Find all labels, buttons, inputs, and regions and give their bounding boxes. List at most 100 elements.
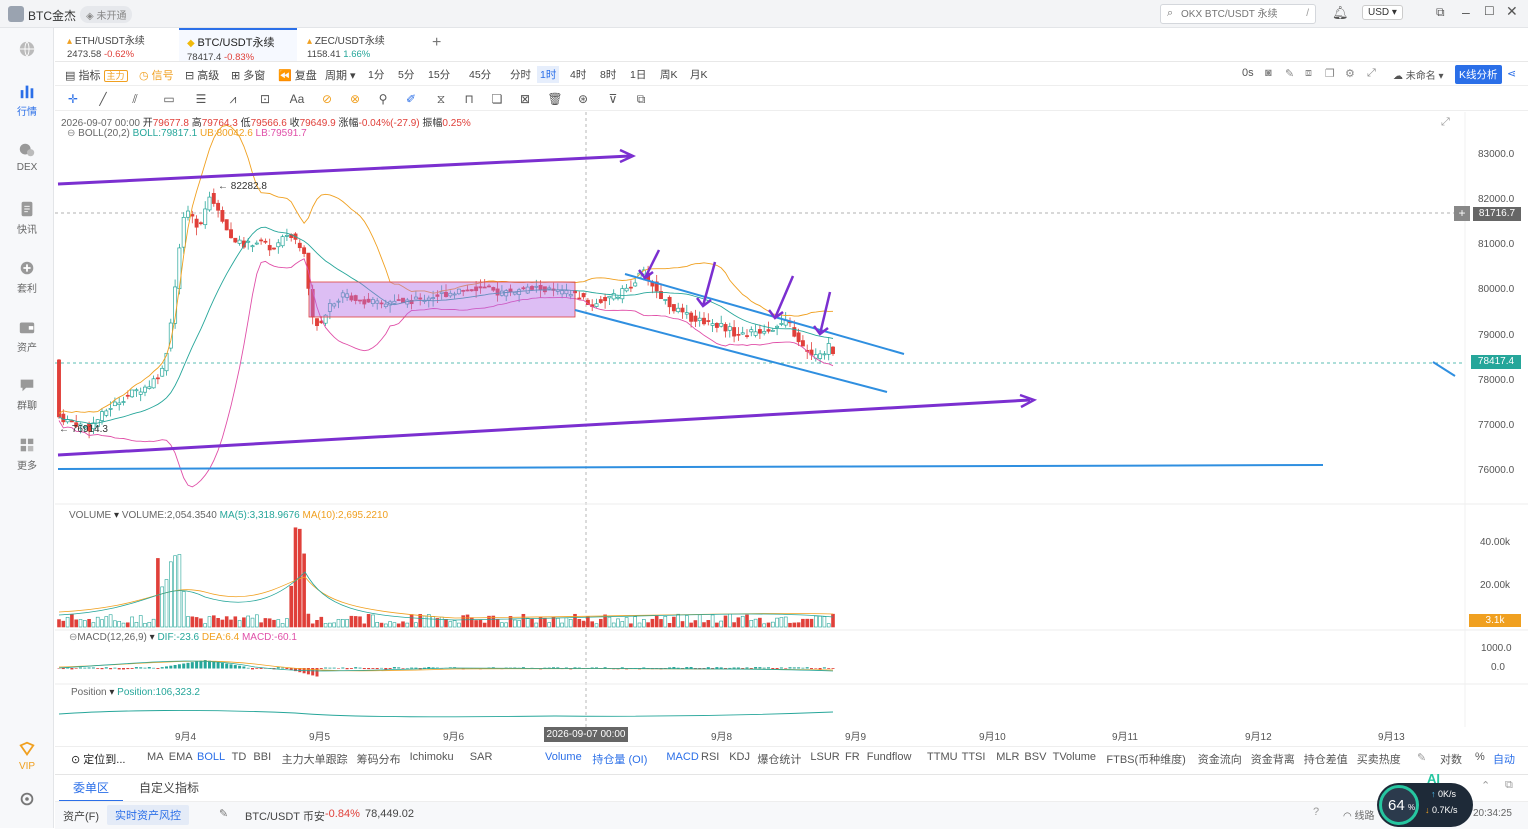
rect-tool-icon[interactable]: ▭: [161, 91, 177, 107]
rightinds-item-17[interactable]: 持仓差值: [1304, 751, 1348, 767]
kline-analysis-button[interactable]: K线分析: [1455, 65, 1502, 84]
rightinds-item-2[interactable]: MACD: [666, 751, 698, 763]
system-monitor-widget[interactable]: 64% ↑ 0K/s ↓ 0.7K/s: [1377, 783, 1473, 827]
replay-button[interactable]: ⏪ 复盘: [278, 67, 317, 83]
crosshair-tool-icon[interactable]: ✛: [65, 91, 81, 107]
interval-5[interactable]: 1时: [537, 66, 560, 83]
fullscreen-icon[interactable]: ⤢: [1367, 67, 1376, 80]
rightinds-item-12[interactable]: BSV: [1024, 751, 1046, 763]
search-input[interactable]: [1181, 7, 1291, 21]
account-badge[interactable]: ◈ 未开通: [80, 6, 133, 23]
tab-order-area[interactable]: 委单区: [59, 775, 124, 802]
layout-icon[interactable]: ⧉: [1436, 5, 1445, 20]
period-select[interactable]: 周期 ▾: [325, 67, 356, 83]
layout-name-select[interactable]: ☁ 未命名 ▾: [1393, 67, 1444, 82]
sidebar-item-globe[interactable]: [0, 40, 54, 61]
add-alert-icon[interactable]: +: [1454, 206, 1470, 221]
sidebar-item-arbitrage[interactable]: 套利: [0, 259, 54, 295]
signal-button[interactable]: ◷ 信号: [139, 67, 174, 83]
interval-4[interactable]: 分时: [507, 66, 534, 83]
interval-9[interactable]: 周K: [657, 66, 681, 83]
leftinds-item-8[interactable]: SAR: [470, 751, 493, 763]
rightinds-item-16[interactable]: 资金背离: [1251, 751, 1295, 767]
rightinds-item-10[interactable]: TTSI: [962, 751, 986, 763]
copy-icon[interactable]: ❐: [1325, 67, 1335, 80]
magnet-tool-icon[interactable]: ⊘: [319, 91, 335, 107]
leftinds-item-3[interactable]: TD: [232, 751, 247, 763]
currency-select[interactable]: USD ▾: [1362, 5, 1403, 20]
rightinds-item-0[interactable]: Volume: [545, 751, 582, 763]
ai-badge[interactable]: AI: [1427, 771, 1440, 786]
rightinds-item-6[interactable]: LSUR: [810, 751, 839, 763]
tab-eth[interactable]: ▴ ETH/USDT永续 2473.58 -0.62%: [59, 28, 177, 61]
rightinds-item-5[interactable]: 爆仓统计: [757, 751, 801, 767]
rightinds-item-9[interactable]: TTMU: [927, 751, 958, 763]
auto-scale-button[interactable]: 自动: [1493, 751, 1515, 767]
edit-icon[interactable]: ✎: [1417, 751, 1426, 764]
maximize-icon[interactable]: ☐: [1484, 4, 1495, 18]
wave-tool-icon[interactable]: ⩘: [225, 91, 241, 107]
leftinds-item-7[interactable]: Ichimoku: [410, 751, 454, 763]
clone-icon[interactable]: ❏: [489, 91, 505, 107]
camera-icon[interactable]: ◙: [1265, 67, 1272, 79]
log-scale-button[interactable]: 对数: [1440, 751, 1462, 767]
indicator-button[interactable]: ▤ 指标 主力: [65, 67, 128, 83]
rightinds-item-8[interactable]: Fundflow: [867, 751, 912, 763]
sidebar-item-dex[interactable]: DEX: [0, 141, 54, 173]
rightinds-item-4[interactable]: KDJ: [729, 751, 750, 763]
sidebar-item-chat[interactable]: 群聊: [0, 376, 54, 412]
hide-icon[interactable]: ⧉: [633, 91, 649, 107]
eye-icon[interactable]: ⧖: [433, 91, 449, 107]
line-tool-icon[interactable]: ╱: [95, 91, 111, 107]
interval-3[interactable]: 45分: [466, 66, 494, 83]
leftinds-item-6[interactable]: 筹码分布: [357, 751, 401, 767]
rightinds-item-3[interactable]: RSI: [701, 751, 719, 763]
sidebar-item-vip[interactable]: VIP: [0, 740, 54, 772]
filter-icon[interactable]: ⊽: [605, 91, 621, 107]
kline-chart[interactable]: [55, 112, 1528, 747]
tab-btc[interactable]: ◆ BTC/USDT永续 78417.4 -0.83%: [179, 28, 297, 63]
sidebar-item-assets[interactable]: 资产: [0, 318, 54, 354]
interval-8[interactable]: 1日: [627, 66, 649, 83]
add-tab-button[interactable]: +: [432, 34, 441, 52]
popout-icon[interactable]: ⧉: [1505, 779, 1513, 792]
percent-scale-button[interactable]: %: [1475, 751, 1485, 763]
leftinds-item-4[interactable]: BBI: [253, 751, 271, 763]
locate-button[interactable]: ⊙ 定位到...: [71, 751, 125, 767]
sidebar-item-more[interactable]: 更多: [0, 436, 54, 472]
sidebar-item-market[interactable]: 行情: [0, 82, 54, 118]
rightinds-item-14[interactable]: FTBS(币种维度): [1106, 751, 1185, 767]
chart-area[interactable]: 2026-09-07 00:00 开79677.8 高79764.3 低7956…: [55, 112, 1528, 747]
rightinds-item-1[interactable]: 持仓量 (OI): [592, 751, 647, 767]
rightinds-item-15[interactable]: 资金流向: [1198, 751, 1242, 767]
leftinds-item-2[interactable]: BOLL: [197, 751, 225, 763]
rightinds-item-18[interactable]: 买卖热度: [1357, 751, 1401, 767]
sidebar-item-news[interactable]: 快讯: [0, 200, 54, 236]
trash-icon[interactable]: 🗑︎: [547, 91, 563, 107]
close-icon[interactable]: ✕: [1506, 3, 1518, 20]
search-box[interactable]: ⌕ /: [1160, 4, 1316, 24]
share-icon[interactable]: ⋖: [1507, 67, 1516, 80]
tab-zec[interactable]: ▴ ZEC/USDT永续 1158.41 1.66%: [299, 28, 417, 61]
template-icon[interactable]: ⊠: [517, 91, 533, 107]
interval-2[interactable]: 15分: [425, 66, 453, 83]
multi-window-button[interactable]: ⊞ 多窗: [231, 67, 265, 83]
interval-10[interactable]: 月K: [687, 66, 711, 83]
user-avatar-icon[interactable]: [8, 6, 24, 22]
crop-icon[interactable]: ⧈: [1305, 67, 1312, 80]
help-icon[interactable]: ?: [1313, 806, 1319, 818]
advanced-button[interactable]: ⊟ 高级: [185, 67, 219, 83]
expand-icon[interactable]: ⤢: [1441, 116, 1450, 129]
parallel-tool-icon[interactable]: ⫽: [127, 91, 143, 107]
rightinds-item-11[interactable]: MLR: [996, 751, 1019, 763]
collapse-panel-icon[interactable]: ⌃: [1481, 779, 1490, 792]
magnet-strong-icon[interactable]: ⊗: [347, 91, 363, 107]
settings-button[interactable]: [0, 790, 54, 811]
interval-0[interactable]: 1分: [365, 66, 387, 83]
rightinds-item-13[interactable]: TVolume: [1053, 751, 1096, 763]
assets-button[interactable]: 资产(F): [63, 808, 99, 824]
edit-ticker-icon[interactable]: ✎: [219, 807, 228, 820]
bell-icon[interactable]: 🔔︎: [1332, 5, 1349, 21]
risk-control-button[interactable]: 实时资产风控: [107, 805, 189, 825]
lock-icon[interactable]: ⊓: [461, 91, 477, 107]
